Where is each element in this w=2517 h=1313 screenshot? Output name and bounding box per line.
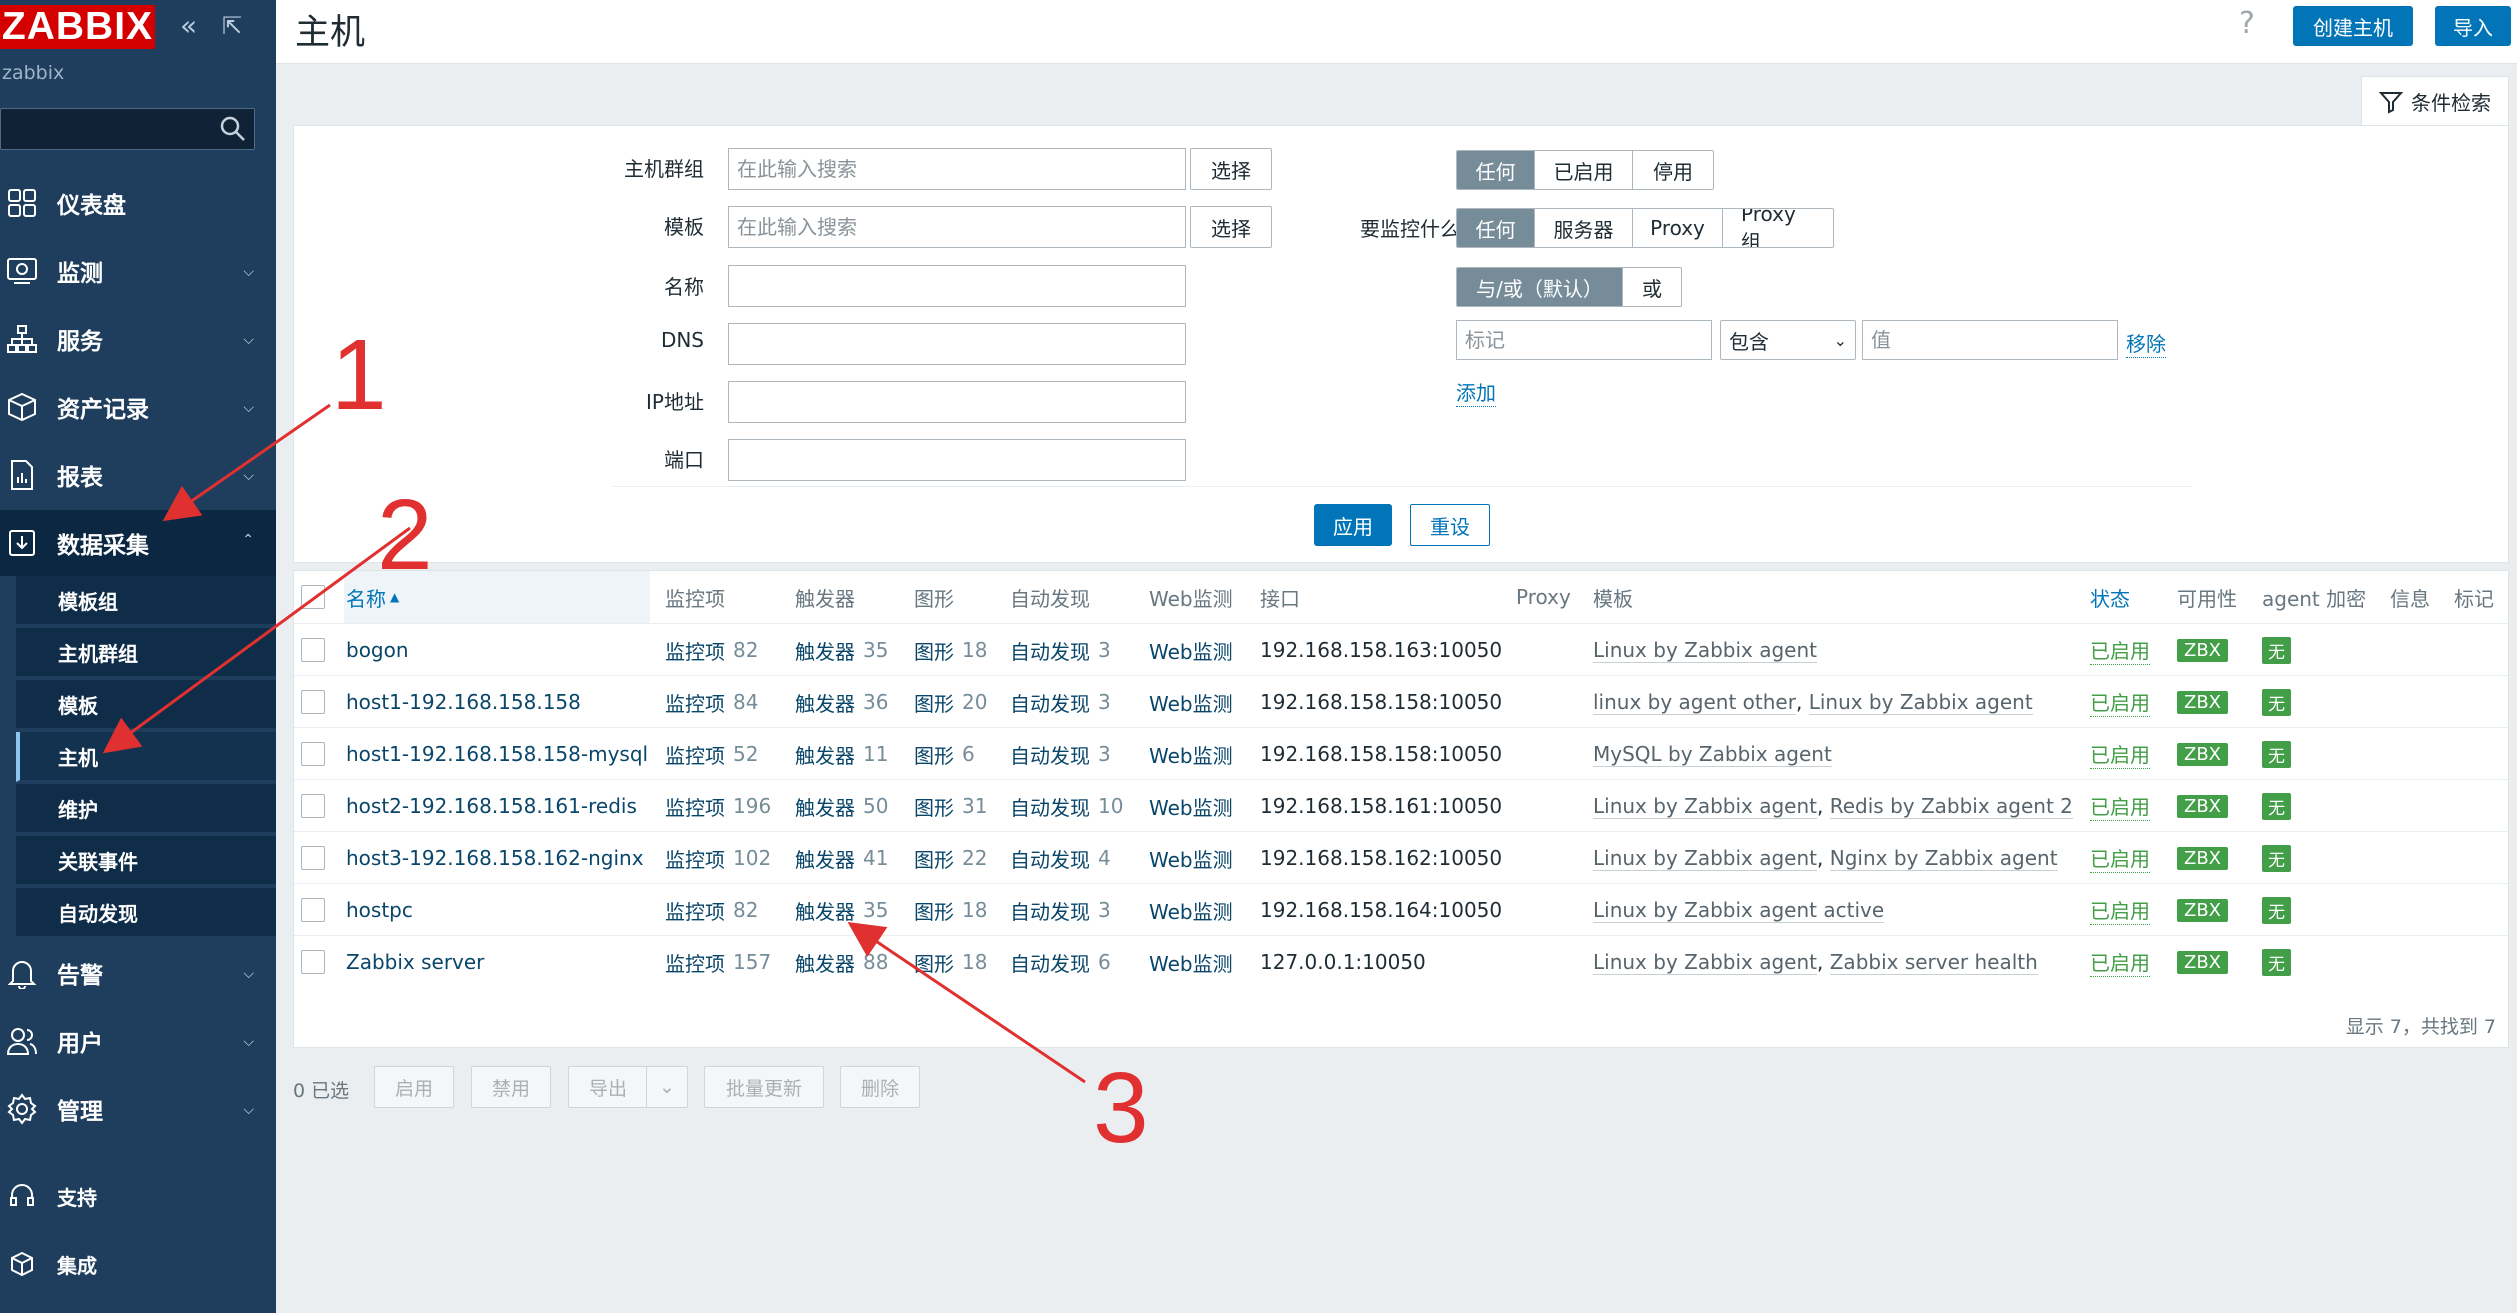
annotation-number: 3	[1093, 1052, 1149, 1164]
annotation-arrows	[102, 403, 1086, 1084]
annotation-arrow-3	[847, 921, 1086, 1084]
annotation-arrow-1	[162, 403, 331, 522]
annotation-arrow-2	[102, 526, 411, 754]
annotation-number: 1	[331, 319, 387, 431]
annotation-number: 2	[377, 479, 433, 591]
